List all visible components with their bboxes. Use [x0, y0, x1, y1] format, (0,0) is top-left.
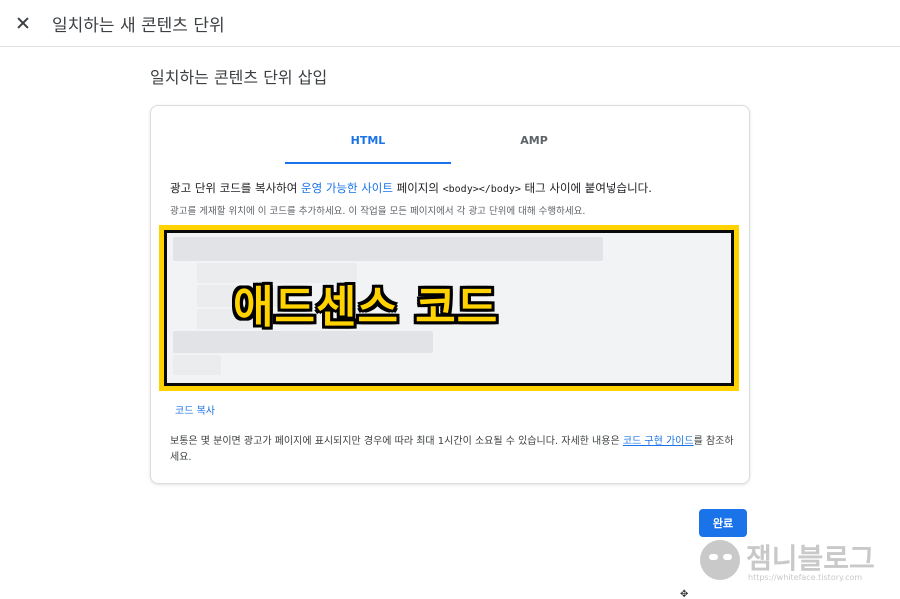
top-bar: 일치하는 새 콘텐츠 단위	[0, 0, 900, 47]
info-note: 보통은 몇 분이면 광고가 페이지에 표시되지만 경우에 따라 최대 1시간이 …	[170, 434, 735, 466]
operable-sites-link[interactable]: 운영 가능한 사이트	[301, 181, 393, 195]
implementation-guide-link[interactable]: 코드 구현 가이드	[623, 436, 694, 447]
copy-code-link[interactable]: 코드 복사	[175, 402, 215, 417]
face-logo-icon	[700, 540, 740, 580]
tab-html[interactable]: HTML	[285, 134, 451, 164]
code-box-highlight: 애드센스 코드	[159, 225, 739, 391]
code-card: HTML AMP 광고 단위 코드를 복사하여 운영 가능한 사이트 페이지의 …	[150, 105, 750, 484]
blurred-code-line	[173, 355, 221, 375]
sub-instruction: 광고를 게재할 위치에 이 코드를 추가하세요. 이 작업을 모든 페이지에서 …	[170, 206, 586, 217]
blurred-code-line	[173, 237, 603, 261]
body-tag: <body></body>	[442, 184, 521, 195]
instruction-text: 광고 단위 코드를 복사하여 운영 가능한 사이트 페이지의 <body></b…	[170, 180, 652, 196]
tab-html-label: HTML	[350, 134, 386, 147]
code-box[interactable]: 애드센스 코드	[167, 233, 731, 383]
tab-amp-label: AMP	[520, 134, 548, 147]
instruction-middle: 페이지의	[392, 181, 443, 195]
adsense-code-overlay: 애드센스 코드	[233, 282, 499, 333]
window-title: 일치하는 새 콘텐츠 단위	[52, 16, 225, 36]
mouse-cursor-icon: ✥	[680, 589, 689, 599]
watermark-url: https://whiteface.tistory.com	[748, 573, 863, 582]
blog-watermark: 잼니블로그 https://whiteface.tistory.com	[700, 537, 890, 587]
instruction-suffix: 태그 사이에 붙여넣습니다.	[520, 181, 652, 195]
tab-amp[interactable]: AMP	[451, 134, 617, 164]
done-button[interactable]: 완료	[699, 509, 747, 537]
watermark-title: 잼니블로그	[746, 542, 875, 575]
section-title: 일치하는 콘텐츠 단위 삽입	[150, 68, 328, 87]
instruction-prefix: 광고 단위 코드를 복사하여	[170, 181, 302, 195]
close-icon[interactable]	[11, 11, 35, 35]
note-text: 보통은 몇 분이면 광고가 페이지에 표시되지만 경우에 따라 최대 1시간이 …	[170, 436, 623, 447]
